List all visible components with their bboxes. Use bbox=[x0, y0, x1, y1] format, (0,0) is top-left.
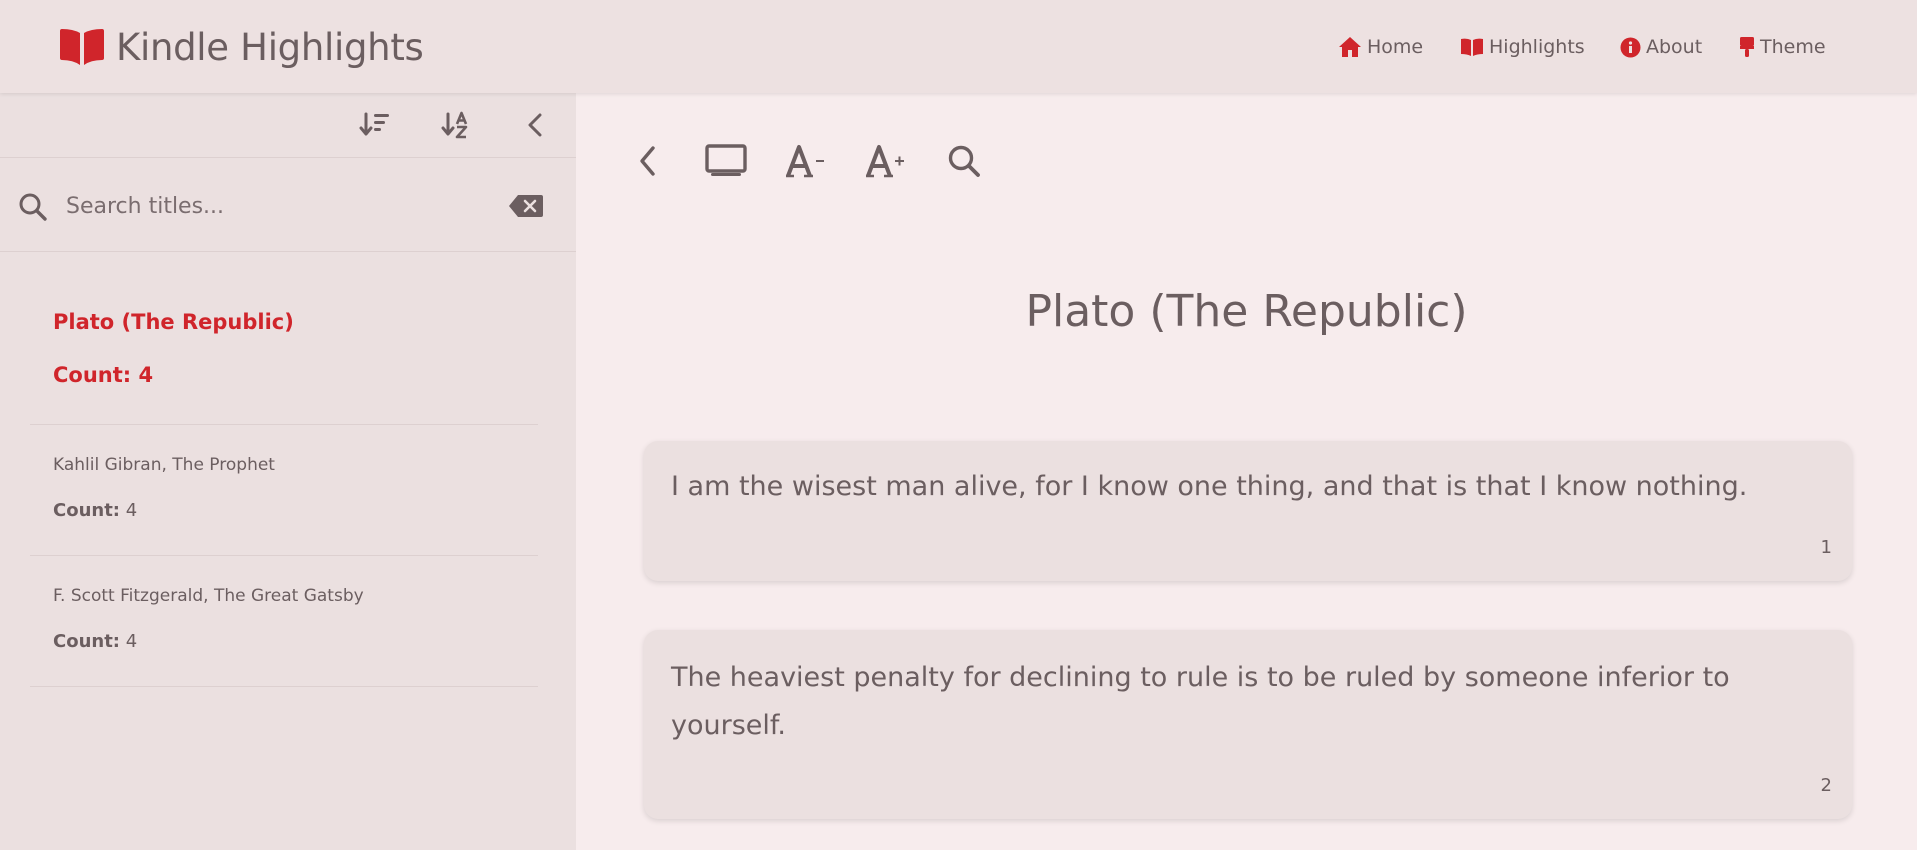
book-count: Count: 4 bbox=[53, 631, 137, 652]
sidebar: Plato (The Republic) Count: 4 Kahlil Gib… bbox=[0, 93, 576, 850]
book-open-icon bbox=[1460, 37, 1484, 57]
sort-alpha-icon bbox=[441, 111, 473, 143]
font-decrease-button[interactable] bbox=[784, 145, 828, 181]
list-item[interactable]: Plato (The Republic) Count: 4 bbox=[30, 252, 538, 425]
book-count-label: Count: bbox=[53, 631, 121, 652]
list-item[interactable]: Kahlil Gibran, The Prophet Count: 4 bbox=[30, 425, 538, 556]
sort-alphabetical-button[interactable] bbox=[440, 111, 474, 143]
nav-about-label: About bbox=[1646, 36, 1703, 58]
nav-highlights[interactable]: Highlights bbox=[1460, 34, 1585, 60]
collapse-chevron-icon bbox=[526, 112, 544, 142]
highlight-card: The heaviest penalty for declining to ru… bbox=[644, 630, 1852, 819]
sidebar-search bbox=[0, 159, 576, 252]
home-icon bbox=[1338, 36, 1362, 58]
highlight-text: I am the wisest man alive, for I know on… bbox=[671, 471, 1748, 502]
app-title: Kindle Highlights bbox=[116, 25, 424, 69]
book-title: F. Scott Fitzgerald, The Great Gatsby bbox=[53, 586, 364, 606]
top-navbar: Kindle Highlights Home Highlights About … bbox=[0, 0, 1917, 93]
sidebar-toolbar bbox=[0, 93, 576, 158]
book-count: Count: 4 bbox=[53, 363, 153, 387]
reader-pane: Plato (The Republic) I am the wisest man… bbox=[576, 93, 1917, 850]
brand[interactable]: Kindle Highlights bbox=[58, 24, 424, 70]
search-highlights-button[interactable] bbox=[946, 145, 982, 181]
book-title: Kahlil Gibran, The Prophet bbox=[53, 455, 275, 475]
backspace-icon[interactable] bbox=[508, 194, 544, 222]
book-count-value: 4 bbox=[125, 500, 138, 521]
book-count-value: 4 bbox=[138, 363, 154, 387]
info-icon bbox=[1620, 37, 1641, 58]
book-count-label: Count: bbox=[53, 363, 132, 387]
font-decrease-icon bbox=[785, 144, 827, 182]
sort-by-count-button[interactable] bbox=[358, 112, 392, 142]
book-title: Plato (The Republic) bbox=[53, 310, 294, 334]
nav-highlights-label: Highlights bbox=[1489, 36, 1585, 58]
highlight-text: The heaviest penalty for declining to ru… bbox=[671, 662, 1730, 741]
highlight-number: 2 bbox=[1820, 775, 1832, 796]
paint-brush-icon bbox=[1739, 36, 1755, 58]
sort-amount-icon bbox=[359, 111, 391, 143]
page-title: Plato (The Republic) bbox=[1025, 286, 1468, 337]
highlight-number: 1 bbox=[1820, 537, 1832, 558]
font-increase-icon bbox=[865, 144, 907, 182]
font-increase-button[interactable] bbox=[864, 145, 908, 181]
book-count: Count: 4 bbox=[53, 500, 137, 521]
nav-about[interactable]: About bbox=[1620, 34, 1702, 60]
collapse-sidebar-button[interactable] bbox=[522, 112, 548, 142]
nav-home-label: Home bbox=[1367, 36, 1424, 58]
nav-theme-label: Theme bbox=[1760, 36, 1826, 58]
book-count-label: Count: bbox=[53, 500, 121, 521]
highlight-card: I am the wisest man alive, for I know on… bbox=[644, 441, 1852, 581]
book-count-value: 4 bbox=[125, 631, 138, 652]
nav-home[interactable]: Home bbox=[1338, 34, 1423, 60]
search-titles-input[interactable] bbox=[66, 186, 486, 226]
back-chevron-icon bbox=[637, 145, 657, 181]
search-icon bbox=[947, 144, 981, 182]
display-mode-icon bbox=[705, 144, 747, 182]
back-button[interactable] bbox=[632, 145, 662, 181]
book-open-icon bbox=[58, 27, 106, 67]
search-icon bbox=[18, 192, 48, 226]
display-mode-button[interactable] bbox=[704, 144, 748, 182]
book-list: Plato (The Republic) Count: 4 Kahlil Gib… bbox=[30, 252, 538, 687]
nav-theme[interactable]: Theme bbox=[1739, 34, 1826, 60]
list-item[interactable]: F. Scott Fitzgerald, The Great Gatsby Co… bbox=[30, 556, 538, 687]
